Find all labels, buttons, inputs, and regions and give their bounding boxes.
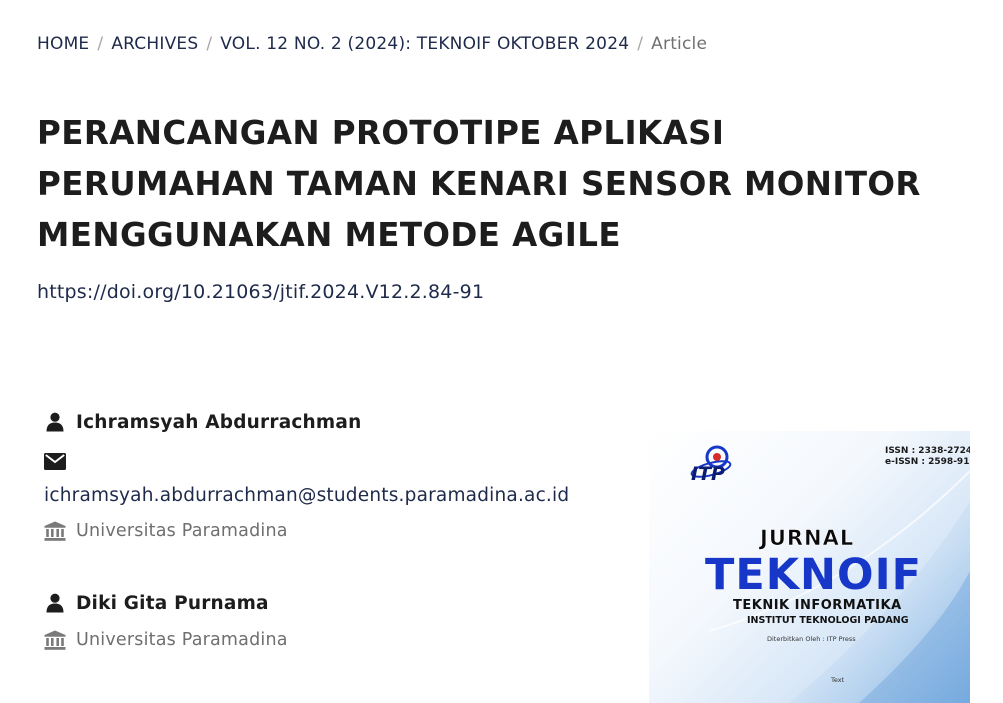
university-icon (44, 629, 66, 651)
cover-jurnal: JURNAL (758, 526, 854, 550)
author-entry: Ichramsyah Abdurrachman ichramsyah.abdur… (44, 410, 569, 543)
author-affiliation-row: Universitas Paramadina (44, 628, 288, 652)
article-page: HOME / ARCHIVES / VOL. 12 NO. 2 (2024): TEKN… (0, 0, 1003, 703)
breadcrumb-issue-link[interactable]: VOL. 12 NO. 2 (2024): TEKNOIF OKTOBER 20… (220, 34, 629, 54)
doi-link[interactable]: https://doi.org/10.21063/jtif.2024.V12.2… (37, 281, 484, 303)
breadcrumb-separator: / (206, 34, 213, 54)
cover-eissn: e-ISSN : 2598-9197 (885, 457, 970, 467)
cover-published-by: Diterbitkan Oleh : ITP Press (767, 635, 856, 643)
breadcrumb-separator: / (97, 34, 104, 54)
author-email-link[interactable]: ichramsyah.abdurrachman@students.paramad… (44, 485, 569, 506)
author-name-row: Diki Gita Purnama (44, 591, 288, 615)
itp-logo-text: ITP (691, 463, 725, 485)
author-name: Ichramsyah Abdurrachman (76, 411, 362, 433)
journal-cover-image[interactable]: ITP ISSN : 2338-2724 e-ISSN : 2598-9197 … (649, 431, 970, 703)
user-icon (44, 592, 66, 614)
user-icon (44, 411, 66, 433)
cover-issn: ISSN : 2338-2724 (885, 446, 970, 456)
author-name-row: Ichramsyah Abdurrachman (44, 410, 569, 434)
breadcrumb: HOME / ARCHIVES / VOL. 12 NO. 2 (2024): TEKN… (37, 34, 707, 54)
breadcrumb-archives-link[interactable]: ARCHIVES (111, 34, 198, 54)
article-title: PERANCANGAN PROTOTIPE APLIKASI PERUMAHAN… (37, 114, 921, 254)
cover-subtitle-1: TEKNIK INFORMATIKA (733, 598, 902, 613)
cover-subtitle-2: INSTITUT TEKNOLOGI PADANG (747, 615, 909, 626)
breadcrumb-current: Article (651, 34, 708, 54)
cover-footer-text: Text (830, 676, 845, 684)
breadcrumb-separator: / (637, 34, 644, 54)
itp-logo: ITP (690, 445, 732, 485)
author-affiliation: Universitas Paramadina (76, 521, 288, 541)
author-affiliation: Universitas Paramadina (76, 630, 288, 650)
author-affiliation-row: Universitas Paramadina (44, 519, 569, 543)
cover-journal-name: TEKNOIF (705, 550, 922, 600)
envelope-icon[interactable] (44, 450, 66, 472)
breadcrumb-home-link[interactable]: HOME (37, 34, 89, 54)
journal-cover-art: ITP ISSN : 2338-2724 e-ISSN : 2598-9197 … (690, 445, 970, 703)
author-name: Diki Gita Purnama (76, 592, 269, 614)
author-email-row: ichramsyah.abdurrachman@students.paramad… (44, 483, 569, 507)
university-icon (44, 520, 66, 542)
author-email-icon-row (44, 449, 569, 473)
author-entry: Diki Gita Purnama Universitas Paramadina (44, 591, 288, 652)
